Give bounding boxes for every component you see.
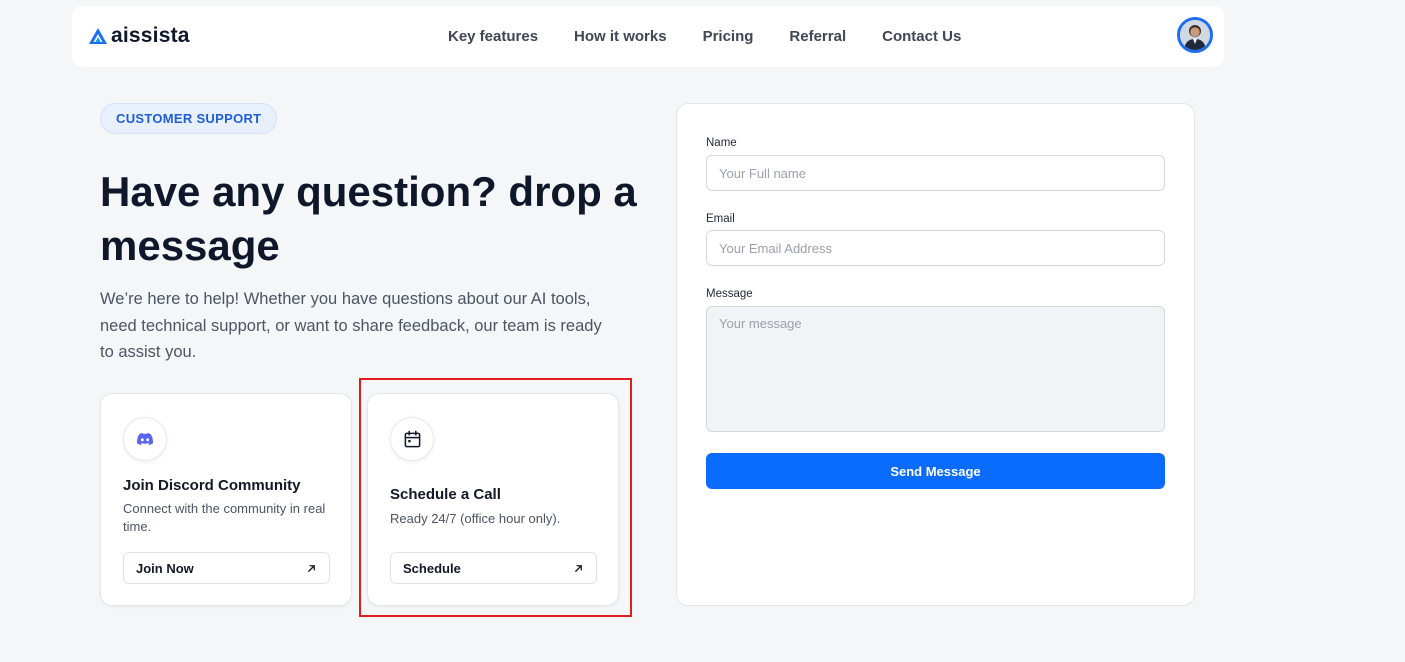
- top-navbar: aissista Key features How it works Prici…: [72, 6, 1224, 67]
- discord-icon: [123, 417, 167, 461]
- avatar-person-icon: [1180, 20, 1210, 50]
- user-avatar[interactable]: [1177, 17, 1213, 53]
- schedule-button[interactable]: Schedule: [390, 552, 597, 584]
- message-textarea[interactable]: [706, 306, 1165, 432]
- join-now-label: Join Now: [136, 560, 194, 576]
- brand-logo[interactable]: aissista: [88, 24, 190, 48]
- logo-text: aissista: [111, 24, 190, 47]
- contact-form: Name Email Message Send Message: [676, 103, 1195, 606]
- customer-support-badge: CUSTOMER SUPPORT: [100, 103, 278, 134]
- discord-card-description: Connect with the community in real time.: [123, 501, 326, 534]
- intro-text: We’re here to help! Whether you have que…: [100, 290, 602, 361]
- logo-triangle-icon: [89, 28, 107, 44]
- nav-referral[interactable]: Referral: [789, 28, 846, 45]
- schedule-call-card: Schedule a Call Ready 24/7 (office hour …: [367, 393, 619, 606]
- email-label: Email: [706, 213, 735, 225]
- name-label: Name: [706, 137, 737, 149]
- schedule-card-description: Ready 24/7 (office hour only).: [390, 511, 561, 526]
- schedule-card-title: Schedule a Call: [390, 486, 501, 503]
- nav-key-features[interactable]: Key features: [448, 28, 538, 45]
- send-message-button[interactable]: Send Message: [706, 453, 1165, 489]
- discord-card: Join Discord Community Connect with the …: [100, 393, 352, 606]
- main-nav: Key features How it works Pricing Referr…: [448, 28, 961, 45]
- name-input[interactable]: [706, 155, 1165, 191]
- discord-card-title: Join Discord Community: [123, 477, 301, 494]
- nav-pricing[interactable]: Pricing: [703, 28, 754, 45]
- arrow-up-right-icon: [575, 564, 582, 572]
- email-input[interactable]: [706, 230, 1165, 266]
- arrow-up-right-icon: [308, 564, 315, 572]
- page-headline: Have any question? drop a message: [100, 168, 637, 269]
- nav-contact-us[interactable]: Contact Us: [882, 28, 961, 45]
- nav-how-it-works[interactable]: How it works: [574, 28, 667, 45]
- calendar-icon: [390, 417, 434, 461]
- schedule-label: Schedule: [403, 560, 461, 576]
- message-label: Message: [706, 288, 753, 300]
- join-now-button[interactable]: Join Now: [123, 552, 330, 584]
